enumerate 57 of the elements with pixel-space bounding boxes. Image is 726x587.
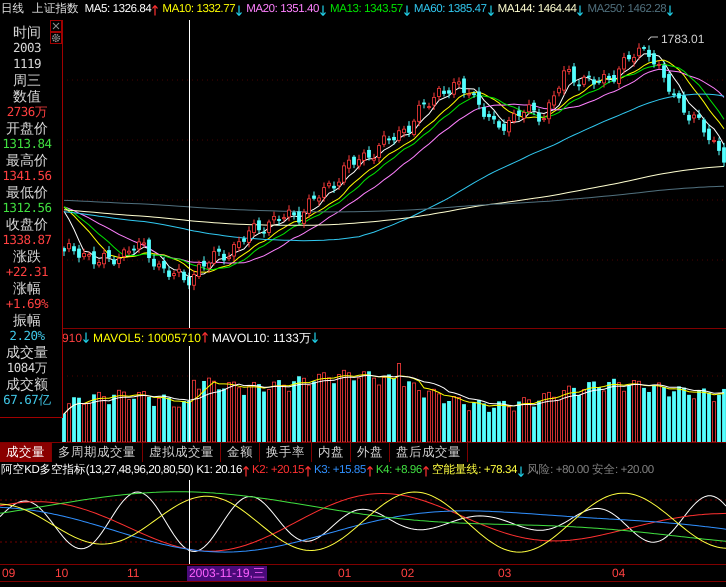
close-icon[interactable] (50, 20, 62, 32)
field-value: 1312.56 (2, 200, 52, 216)
indicator-reading: 安全: +20.00 (592, 462, 654, 478)
field-value: 1119 (12, 56, 42, 72)
axis-label: 04 (612, 566, 626, 581)
field-label: 振幅 (13, 312, 41, 328)
field-value: 1338.87 (2, 232, 52, 248)
axis-label: 10 (55, 566, 68, 581)
field-label: 开盘价 (6, 120, 48, 136)
moving-average-reading: MA250: 1462.28 (587, 2, 666, 18)
field-value: +1.69% (6, 296, 48, 312)
moving-average-reading: MA10: 1332.77 (162, 2, 236, 18)
field-label: 最高价 (6, 152, 48, 168)
field-label: 成交额 (6, 376, 48, 392)
field-value: +22.31 (6, 264, 48, 280)
field-value: 1313.84 (2, 136, 52, 152)
field-value: 67.67亿 (3, 392, 51, 408)
axis-label: 03 (498, 566, 512, 581)
moving-average-reading: MA5: 1326.84 (84, 2, 152, 18)
indicator-reading: K3: +15.85 (314, 463, 366, 478)
field-label: 时间 (13, 24, 41, 40)
field-label: 最低价 (6, 184, 48, 200)
leader-line (648, 35, 658, 43)
period-label: 日线 (1, 2, 24, 18)
indicator-reading: 空能量线: +78.34 (432, 462, 517, 478)
field-label: 成交量 (6, 344, 48, 360)
indicator-reading: K1: 20.16 (196, 463, 242, 478)
chart-tab[interactable]: 成交量 (0, 443, 52, 462)
moving-average-reading: MA144: 1464.44 (498, 2, 576, 18)
field-value: 2.20% (9, 328, 45, 344)
moving-average-reading: MA60: 1385.47 (414, 2, 487, 18)
field-value: 1084万 (6, 360, 48, 376)
indicator-title: 阿空KD多空指标(13,27,48,96,20,80,50) (1, 462, 194, 478)
indicator-reading: 风险: +80.00 (526, 462, 589, 478)
field-value: 2003 (12, 40, 42, 56)
volume-average-reading: MAVOL10: 1133万 (212, 330, 311, 346)
volume-average-reading: 910 (62, 330, 82, 346)
field-label: 涨跌 (13, 248, 41, 264)
field-value: 2736万 (6, 104, 48, 120)
symbol-name: 上证指数 (32, 2, 79, 18)
indicator-reading: K4: +8.96 (376, 463, 422, 478)
axis-label: 02 (401, 566, 414, 581)
volume-average-reading: MAVOL5: 10005710 (93, 330, 201, 346)
moving-average-reading: MA13: 1343.57 (330, 2, 403, 18)
field-label: 数值 (13, 88, 41, 104)
field-value: 1341.56 (2, 168, 52, 184)
axis-label: 01 (338, 566, 352, 581)
field-label: 涨幅 (13, 280, 41, 296)
selected-date-label: 2003-11-19,三 (187, 566, 267, 581)
field-label: 收盘价 (6, 216, 48, 232)
axis-label: 11 (127, 566, 140, 581)
moving-average-reading: MA20: 1351.40 (246, 2, 320, 18)
high-price-label: 1783.01 (661, 31, 704, 48)
settings-icon[interactable] (50, 32, 62, 44)
indicator-reading: K2: +20.15 (252, 463, 304, 478)
field-label: 周三 (13, 72, 41, 88)
axis-label: 09 (2, 566, 16, 581)
